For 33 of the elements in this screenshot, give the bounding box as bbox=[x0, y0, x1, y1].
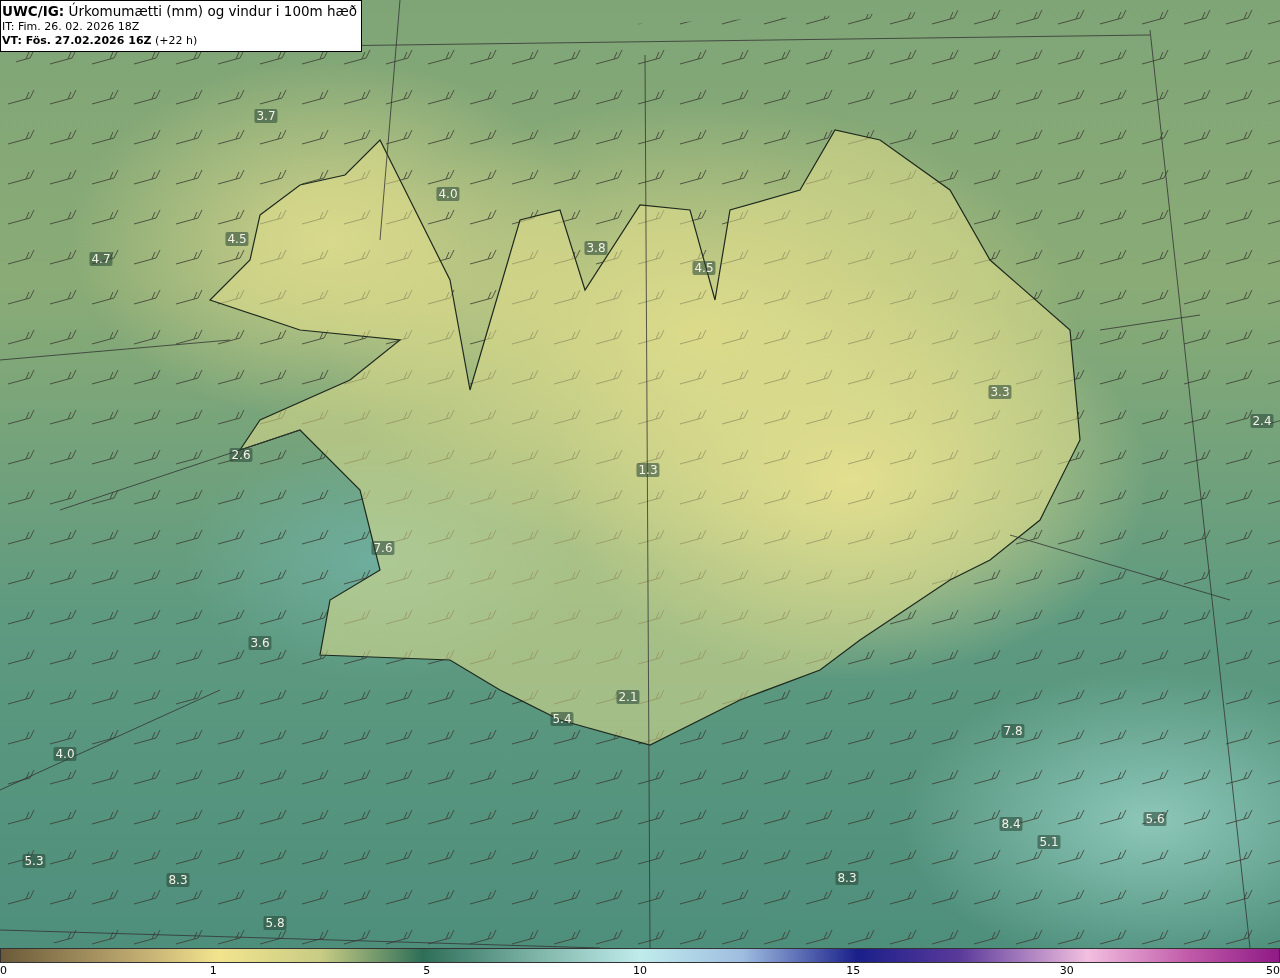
value-label: 3.8 bbox=[584, 241, 608, 255]
colorbar-tick-label: 1 bbox=[209, 963, 217, 978]
value-label: 4.5 bbox=[225, 232, 249, 246]
value-label: 5.3 bbox=[22, 854, 46, 868]
value-label: 3.7 bbox=[254, 109, 278, 123]
value-label: 4.0 bbox=[53, 747, 77, 761]
value-label: 8.3 bbox=[166, 873, 190, 887]
value-label: 2.1 bbox=[616, 690, 640, 704]
value-label: 4.5 bbox=[692, 261, 716, 275]
colorbar-tick-label: 50 bbox=[1266, 963, 1280, 978]
value-label: 3.3 bbox=[988, 385, 1012, 399]
value-label: 4.0 bbox=[436, 187, 460, 201]
value-label: 5.8 bbox=[263, 916, 287, 930]
value-label: 2.6 bbox=[229, 448, 253, 462]
colorbar-tick-label: 10 bbox=[633, 963, 647, 978]
value-label: 5.4 bbox=[550, 712, 574, 726]
value-label: 8.4 bbox=[999, 817, 1023, 831]
value-label: 5.1 bbox=[1037, 835, 1061, 849]
chart-title: UWC/IG: Úrkomumætti (mm) og vindur i 100m hæð bbox=[2, 3, 358, 20]
value-label: 7.8 bbox=[1001, 724, 1025, 738]
value-label: 4.7 bbox=[89, 252, 113, 266]
colorbar-tick-label: 30 bbox=[1059, 963, 1074, 978]
colorbar-tick-label: 0 bbox=[0, 963, 7, 978]
value-label: 8.3 bbox=[835, 871, 859, 885]
colorbar-tick-label: 5 bbox=[423, 963, 431, 978]
colorbar-tick-label: 15 bbox=[846, 963, 861, 978]
chart-subtitle: IT: Fim. 26. 02. 2026 18Z bbox=[2, 20, 141, 34]
chart-subtitle: VT: Fös. 27.02.2026 16Z (+22 h) bbox=[2, 34, 199, 48]
value-label: 5.6 bbox=[1143, 812, 1167, 826]
value-label: 1.3 bbox=[636, 463, 660, 477]
value-label: 3.6 bbox=[248, 636, 272, 650]
value-label: 7.6 bbox=[371, 541, 395, 555]
value-label: 2.4 bbox=[1250, 414, 1274, 428]
